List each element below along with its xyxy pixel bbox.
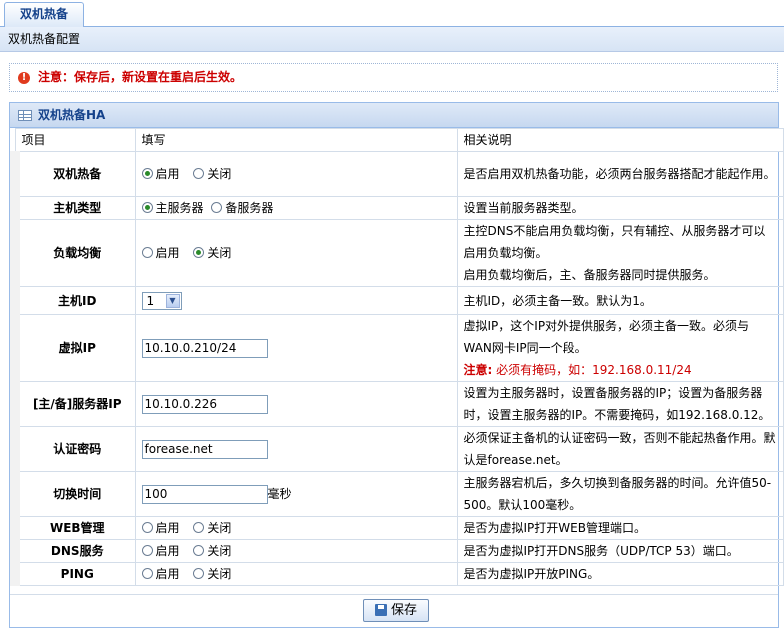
radio-icon[interactable] (141, 247, 153, 258)
panel-header: 双机热备HA (10, 103, 778, 128)
radio-icon[interactable] (193, 568, 205, 579)
row-dns: DNS服务 启用 关闭 是否为虚拟IP打开DNS服务（UDP/TCP 53）端口… (10, 539, 784, 563)
row-field: 主服务器 备服务器 (134, 196, 458, 220)
page-title: 双机热备配置 (0, 27, 784, 52)
row-desc: 主控DNS不能启用负载均衡，只有辅控、从服务器才可以启用负载均衡。 启用负载均衡… (456, 219, 784, 287)
server-ip-input[interactable]: 10.10.0.226 (141, 395, 268, 414)
radio-icon[interactable] (141, 545, 153, 556)
radio-ping-on[interactable]: 启用 (141, 567, 180, 581)
auth-password-input[interactable]: forease.net (141, 440, 268, 459)
radio-icon[interactable] (141, 568, 153, 579)
col-fill: 填写 (134, 128, 458, 152)
row-ping: PING 启用 关闭 是否为虚拟IP开放PING。 (10, 562, 784, 586)
host-id-select[interactable]: 1 ▼ (141, 292, 182, 310)
row-field: 启用 关闭 (134, 539, 458, 563)
tab-ha[interactable]: 双机热备 (4, 2, 84, 27)
row-label: 虚拟IP (10, 314, 136, 382)
radio-icon[interactable] (193, 545, 205, 556)
radio-primary[interactable]: 主服务器 (141, 201, 204, 215)
row-host-type: 主机类型 主服务器 备服务器 设置当前服务器类型。 (10, 196, 784, 220)
row-desc: 是否启用双机热备功能，必须两台服务器搭配才能起作用。 (456, 151, 784, 197)
row-desc: 设置当前服务器类型。 (456, 196, 784, 220)
radio-dns-off[interactable]: 关闭 (193, 544, 231, 558)
row-load-balance: 负载均衡 启用 关闭 主控DNS不能启用负载均衡，只有辅控、从服务器才可以启用负… (10, 219, 784, 287)
notice-text: 注意：保存后，新设置在重启后生效。 (38, 70, 243, 84)
row-field: 启用 关闭 (134, 562, 458, 586)
grid-icon (18, 110, 32, 121)
row-web: WEB管理 启用 关闭 是否为虚拟IP打开WEB管理端口。 (10, 516, 784, 540)
form-footer: 保存 (10, 594, 778, 627)
row-desc: 是否为虚拟IP打开DNS服务（UDP/TCP 53）端口。 (456, 539, 784, 563)
warning-icon: ! (18, 71, 30, 84)
row-label: DNS服务 (10, 539, 136, 563)
ha-panel: 双机热备HA 项目 填写 相关说明 双机热备 启用 关闭 是否启用双机热备功能，… (9, 102, 784, 628)
row-field: 10.10.0.226 (134, 381, 458, 427)
row-desc: 必须保证主备机的认证密码一致，否则不能起热备作用。默认是forease.net。 (456, 426, 784, 472)
row-switch-time: 切换时间 100 毫秒 主服务器宕机后，多久切换到备服务器的时间。允许值50-50… (10, 471, 784, 517)
radio-icon[interactable] (193, 168, 205, 179)
radio-dns-on[interactable]: 启用 (141, 544, 180, 558)
config-table: 项目 填写 相关说明 双机热备 启用 关闭 是否启用双机热备功能，必须两台服务器… (10, 128, 784, 586)
col-desc: 相关说明 (456, 128, 784, 152)
radio-ha-on[interactable]: 启用 (141, 167, 180, 181)
notice-banner: ! 注意：保存后，新设置在重启后生效。 (9, 63, 778, 92)
radio-web-on[interactable]: 启用 (141, 521, 180, 535)
radio-icon[interactable] (211, 202, 223, 213)
row-server-ip: [主/备]服务器IP 10.10.0.226 设置为主服务器时，设置备服务器的I… (10, 381, 784, 427)
radio-icon[interactable] (193, 522, 205, 533)
save-button[interactable]: 保存 (363, 599, 429, 622)
row-label: [主/备]服务器IP (10, 381, 136, 427)
row-ha: 双机热备 启用 关闭 是否启用双机热备功能，必须两台服务器搭配才能起作用。 (10, 151, 784, 197)
row-field: 启用 关闭 (134, 151, 458, 197)
row-label: 主机类型 (10, 196, 136, 220)
radio-icon[interactable] (141, 168, 153, 179)
radio-ha-off[interactable]: 关闭 (193, 167, 231, 181)
row-desc: 主机ID，必须主备一致。默认为1。 (456, 286, 784, 315)
row-field: 100 毫秒 (134, 471, 458, 517)
radio-icon[interactable] (193, 247, 205, 258)
panel-title: 双机热备HA (38, 108, 106, 122)
unit-label: 毫秒 (267, 487, 292, 501)
row-field: 1 ▼ (134, 286, 458, 315)
row-label: 主机ID (10, 286, 136, 315)
save-icon (374, 604, 387, 616)
col-item: 项目 (14, 128, 136, 152)
row-auth: 认证密码 forease.net 必须保证主备机的认证密码一致，否则不能起热备作… (10, 426, 784, 472)
row-label: PING (10, 562, 136, 586)
row-vip: 虚拟IP 10.10.0.210/24 虚拟IP，这个IP对外提供服务，必须主备… (10, 314, 784, 382)
radio-icon[interactable] (141, 202, 153, 213)
table-header-row: 项目 填写 相关说明 (14, 128, 784, 152)
row-label: WEB管理 (10, 516, 136, 540)
radio-lb-on[interactable]: 启用 (141, 246, 180, 260)
chevron-down-icon[interactable]: ▼ (165, 294, 180, 308)
row-desc: 虚拟IP，这个IP对外提供服务，必须主备一致。必须与WAN网卡IP同一个段。 注… (456, 314, 784, 382)
radio-web-off[interactable]: 关闭 (193, 521, 231, 535)
row-field: 启用 关闭 (134, 219, 458, 287)
row-field: forease.net (134, 426, 458, 472)
tab-bar: 双机热备 (0, 0, 784, 27)
switch-time-input[interactable]: 100 (141, 485, 268, 504)
row-desc: 设置为主服务器时，设置备服务器的IP；设置为备服务器时，设置主服务器的IP。不需… (456, 381, 784, 427)
row-desc: 是否为虚拟IP打开WEB管理端口。 (456, 516, 784, 540)
row-field: 启用 关闭 (134, 516, 458, 540)
row-label: 切换时间 (10, 471, 136, 517)
row-label: 双机热备 (10, 151, 136, 197)
radio-lb-off[interactable]: 关闭 (193, 246, 231, 260)
row-desc: 主服务器宕机后，多久切换到备服务器的时间。允许值50-500。默认100毫秒。 (456, 471, 784, 517)
radio-backup[interactable]: 备服务器 (211, 201, 273, 215)
radio-ping-off[interactable]: 关闭 (193, 567, 231, 581)
row-desc: 是否为虚拟IP开放PING。 (456, 562, 784, 586)
row-label: 认证密码 (10, 426, 136, 472)
row-field: 10.10.0.210/24 (134, 314, 458, 382)
row-host-id: 主机ID 1 ▼ 主机ID，必须主备一致。默认为1。 (10, 286, 784, 315)
radio-icon[interactable] (141, 522, 153, 533)
row-label: 负载均衡 (10, 219, 136, 287)
vip-input[interactable]: 10.10.0.210/24 (141, 339, 268, 358)
